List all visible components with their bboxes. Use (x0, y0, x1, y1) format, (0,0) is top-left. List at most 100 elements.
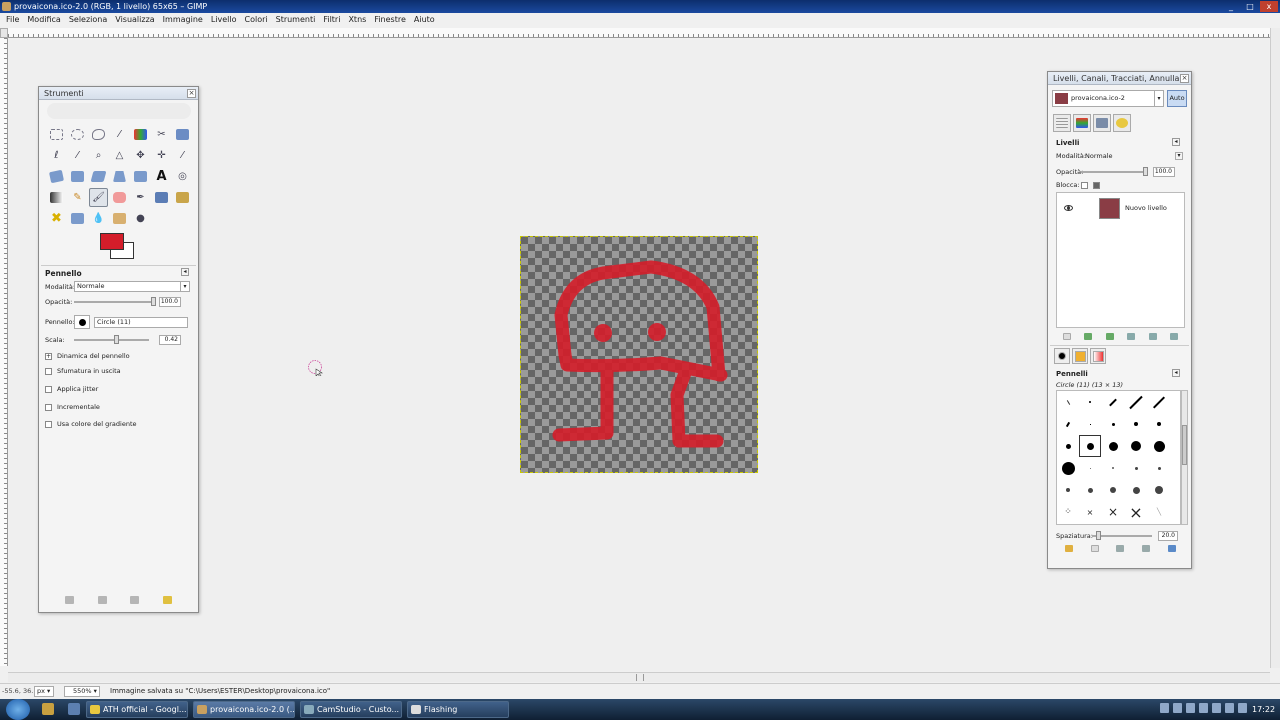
eye-icon[interactable] (1064, 205, 1073, 211)
layer-opacity-slider[interactable] (1081, 167, 1148, 176)
check-incremental[interactable]: Incrementale (45, 403, 100, 411)
taskbar-button-gimp[interactable]: provaicona.ico-2.0 (... (193, 701, 295, 718)
brush-cell[interactable] (1057, 457, 1079, 479)
close-icon[interactable]: × (187, 89, 196, 98)
blend-icon[interactable] (47, 188, 66, 207)
brush-cell[interactable] (1148, 435, 1170, 457)
reset-options-icon[interactable] (163, 596, 173, 604)
tab-layers[interactable] (1053, 114, 1071, 132)
brush-cell[interactable] (1102, 457, 1124, 479)
fuzzy-select-icon[interactable]: ⁄ (110, 125, 129, 144)
dodge-burn-icon[interactable]: ● (131, 209, 150, 228)
ink-icon[interactable] (152, 188, 171, 207)
tray-icon[interactable] (1173, 703, 1182, 713)
tab-channels[interactable] (1073, 114, 1091, 132)
anchor-layer-icon[interactable] (1148, 332, 1157, 340)
check-fade[interactable]: Sfumatura in uscita (45, 367, 121, 375)
checkbox[interactable] (45, 367, 52, 375)
brush-cell[interactable] (1125, 391, 1147, 413)
menu-xtns[interactable]: Xtns (344, 13, 370, 27)
scissors-icon[interactable]: ✂ (152, 125, 171, 144)
paintbrush-icon[interactable]: 🖌 (89, 188, 108, 207)
horizontal-ruler[interactable] (8, 28, 1270, 38)
raise-layer-icon[interactable] (1084, 332, 1093, 340)
brush-name-field[interactable]: Circle (11) (94, 316, 188, 328)
close-button[interactable]: x (1260, 1, 1278, 12)
horizontal-scrollbar[interactable] (8, 672, 1270, 682)
scale-spin[interactable]: 0.42 (159, 335, 181, 345)
lock-alpha-checkbox[interactable] (1093, 181, 1100, 189)
tray-icon[interactable] (1160, 703, 1169, 713)
brush-cell[interactable] (1102, 435, 1124, 457)
tab-paths[interactable] (1093, 114, 1111, 132)
move-icon[interactable]: ✥ (131, 146, 150, 165)
taskbar-button-camstudio[interactable]: CamStudio - Custo... (300, 701, 402, 718)
brush-cell[interactable] (1125, 413, 1147, 435)
brush-cell[interactable] (1057, 479, 1079, 501)
heal-icon[interactable]: ✖ (47, 209, 66, 228)
brush-cell[interactable] (1102, 479, 1124, 501)
menu-file[interactable]: File (2, 13, 23, 27)
image-canvas[interactable] (520, 236, 758, 473)
color-picker-icon[interactable]: ⁄ (68, 146, 87, 165)
start-button[interactable] (6, 699, 30, 720)
checkbox[interactable] (45, 385, 52, 393)
vertical-scrollbar[interactable] (1270, 28, 1280, 668)
tab-menu-icon[interactable]: ◂ (181, 268, 189, 276)
layer-mode-value[interactable]: Normale (1085, 152, 1175, 160)
brush-cell-selected[interactable] (1079, 435, 1101, 457)
delete-brush-icon[interactable] (1142, 545, 1151, 552)
tab-patterns[interactable] (1072, 348, 1088, 364)
taskbar-button-chrome[interactable]: ATH official - Googl... (86, 701, 188, 718)
brush-cell[interactable]: ⁘ (1057, 501, 1079, 523)
brush-cell[interactable] (1079, 479, 1101, 501)
blur-icon[interactable]: 💧 (89, 209, 108, 228)
scale-slider[interactable] (74, 335, 149, 344)
checkbox[interactable] (45, 403, 52, 411)
brush-cell[interactable] (1125, 435, 1147, 457)
lower-layer-icon[interactable] (1105, 332, 1114, 340)
check-jitter[interactable]: Applica jitter (45, 385, 98, 393)
mode-select[interactable]: Normale ▾ (74, 281, 190, 292)
tray-icon[interactable] (1186, 703, 1195, 713)
clock[interactable]: 17:22 (1252, 699, 1275, 720)
color-select-icon[interactable] (131, 125, 150, 144)
shear-icon[interactable] (89, 167, 108, 186)
delete-layer-icon[interactable] (1170, 332, 1179, 340)
tray-icon[interactable] (1238, 703, 1247, 713)
layer-row[interactable]: Nuovo livello (1057, 197, 1184, 219)
brush-cell[interactable] (1125, 457, 1147, 479)
menu-aiuto[interactable]: Aiuto (410, 13, 439, 27)
show-desktop-icon[interactable] (68, 703, 80, 715)
foreground-select-icon[interactable] (173, 125, 192, 144)
ellipse-select-icon[interactable] (68, 125, 87, 144)
brush-cell[interactable] (1148, 479, 1170, 501)
minimize-button[interactable]: _ (1222, 1, 1240, 12)
duplicate-brush-icon[interactable] (1116, 545, 1125, 552)
spacing-slider[interactable] (1092, 531, 1152, 540)
unit-select[interactable]: px ▾ (34, 686, 54, 697)
eraser-icon[interactable] (110, 188, 129, 207)
brush-cell[interactable] (1057, 435, 1079, 457)
brush-cell[interactable] (1102, 391, 1124, 413)
brush-cell[interactable] (1148, 457, 1170, 479)
edit-brush-icon[interactable] (1064, 545, 1073, 552)
paths-icon[interactable]: ℓ (47, 146, 66, 165)
close-icon[interactable]: × (1180, 74, 1189, 83)
brush-cell[interactable]: × (1125, 501, 1147, 523)
menu-finestre[interactable]: Finestre (370, 13, 410, 27)
brush-cell[interactable] (1079, 457, 1101, 479)
tab-undo[interactable] (1113, 114, 1131, 132)
lock-pixels-checkbox[interactable] (1081, 181, 1088, 189)
tab-menu-icon[interactable]: ◂ (1172, 138, 1180, 146)
measure-icon[interactable]: △ (110, 146, 129, 165)
brush-cell[interactable] (1102, 413, 1124, 435)
brush-cell[interactable]: × (1102, 501, 1124, 523)
brush-cell[interactable] (1057, 413, 1079, 435)
pencil-icon[interactable]: ✎ (68, 188, 87, 207)
brush-cell[interactable] (1148, 391, 1170, 413)
brush-preview-button[interactable] (74, 315, 90, 329)
checkbox[interactable] (45, 420, 52, 428)
refresh-brushes-icon[interactable] (1168, 545, 1177, 552)
zoom-select[interactable]: 550% ▾ (64, 686, 100, 697)
